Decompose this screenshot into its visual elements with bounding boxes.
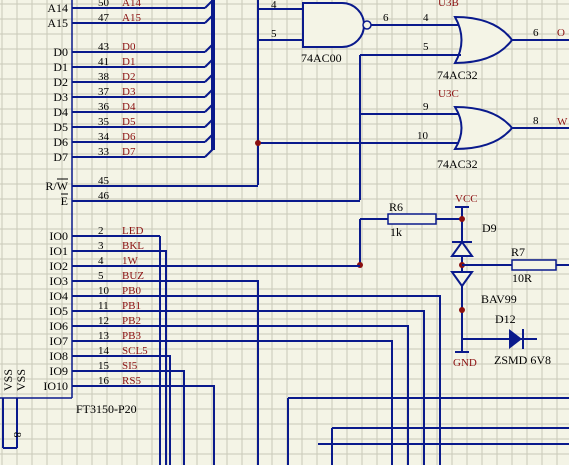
mcu-pin-name: IO2 <box>49 259 68 273</box>
mcu-pin-net: D2 <box>122 71 135 83</box>
d9-gnd-junction <box>459 307 465 313</box>
u3b-in2-pin: 5 <box>423 41 429 53</box>
u3b-part-label: 74AC32 <box>437 68 478 82</box>
mcu-pin-net: D7 <box>122 146 136 158</box>
junction-dot <box>255 140 261 146</box>
mcu-pin-name: IO1 <box>49 244 68 258</box>
mcu-pin-net: D3 <box>122 86 136 98</box>
io-drop-wire <box>160 295 441 465</box>
r6-body <box>387 213 437 225</box>
mcu-pin-net: PB3 <box>122 330 141 342</box>
mcu-pin-net: SCL5 <box>122 345 148 357</box>
r7-ref: R7 <box>511 245 525 259</box>
mcu-pin-name: IO4 <box>49 289 68 303</box>
u3c-out-pin: 8 <box>533 115 539 127</box>
u3c-part-label: 74AC32 <box>437 157 478 171</box>
nand-bubble <box>362 20 372 30</box>
u3c-out-net: W <box>557 116 568 128</box>
mcu-pin-name: IO5 <box>49 304 68 318</box>
mcu-pin-name: D3 <box>53 90 68 104</box>
nand-out-pin: 6 <box>383 12 389 24</box>
u3c-ref-label: U3C <box>438 88 459 100</box>
or-gate-u3b-body <box>453 15 514 65</box>
mcu-pin-name: D4 <box>53 105 68 119</box>
mcu-pin-name: D5 <box>53 120 68 134</box>
u3b-in1-pin: 4 <box>423 12 429 24</box>
nand-in1-pin: 4 <box>271 0 277 11</box>
mcu-pin-net: PB1 <box>122 300 141 312</box>
mcu-pin-name: D7 <box>53 150 68 164</box>
mcu-vss-label-1: VSS <box>1 369 15 391</box>
mcu-bottom-pin-number: 8 <box>11 432 23 438</box>
schematic-canvas: FT3150-P20 VSS VSS 8 A14 50 A14A15 47 A15D0 4… <box>0 0 569 465</box>
mcu-pin-net: LED <box>122 225 143 237</box>
nand-part-label: 74AC00 <box>301 51 342 65</box>
d12-ref: D12 <box>495 312 516 326</box>
mcu-pin-net: D5 <box>122 116 136 128</box>
r6-value: 1k <box>390 225 402 239</box>
mcu-pin-name: IO7 <box>49 334 68 348</box>
u3c-in1-pin: 9 <box>423 101 429 113</box>
vcc-label: VCC <box>455 193 478 205</box>
mcu-pin-name: E <box>61 194 68 208</box>
d9-ref: D9 <box>482 221 497 235</box>
mcu-pin-name: A14 <box>47 1 68 15</box>
mcu-pin-net: D1 <box>122 56 135 68</box>
mcu-vss-label-2: VSS <box>14 369 28 391</box>
r7-value: 10R <box>512 271 532 285</box>
io-drop-wire <box>160 280 259 465</box>
mcu-pin-name: D6 <box>53 135 68 149</box>
mcu-pin-name: A15 <box>47 16 68 30</box>
mcu-pin-net: BUZ <box>122 270 144 282</box>
u3c-in2-pin: 10 <box>417 130 429 142</box>
mcu-pin-name: IO6 <box>49 319 68 333</box>
mcu-pin-net: A15 <box>122 12 141 24</box>
u3b-out-pin: 6 <box>533 27 539 39</box>
mcu-pin-name: IO8 <box>49 349 68 363</box>
d9-part: BAV99 <box>481 292 517 306</box>
mcu-pin-net: PB2 <box>122 315 141 327</box>
mcu-pin-net: 1W <box>122 255 139 267</box>
mcu-pin-name: R/W <box>45 179 68 193</box>
r6-ref: R6 <box>389 200 403 214</box>
d12-diode <box>509 329 522 349</box>
nand-gate-body <box>302 2 365 48</box>
io-drop-wires <box>159 236 569 465</box>
mcu-part-label: FT3150-P20 <box>76 402 137 416</box>
mcu-pin-net: D4 <box>122 101 136 113</box>
d12-part: ZSMD 6V8 <box>494 353 551 367</box>
mcu-pin-net: SI5 <box>122 360 138 372</box>
or-gate-u3b[interactable]: U3B 74AC32 4 5 6 O <box>360 0 569 82</box>
protection-circuit[interactable]: VCC R6 1k D9 BAV99 R7 10R D12 ZSMD 6V8 G… <box>357 193 569 369</box>
mcu-pin-name: D1 <box>53 60 68 74</box>
mcu-pin-net: D0 <box>122 41 136 53</box>
u3b-ref-label: U3B <box>438 0 459 9</box>
io-drop-wire <box>160 385 215 465</box>
u3b-out-net: O <box>557 27 565 39</box>
gnd-label: GND <box>453 357 477 369</box>
nand-in2-pin: 5 <box>271 28 277 40</box>
mcu-pin-net: PB0 <box>122 285 141 297</box>
mcu-pin-net: D6 <box>122 131 136 143</box>
or-gate-u3c[interactable]: U3C 74AC32 9 10 8 W <box>258 88 569 171</box>
vcc-junction <box>459 216 465 222</box>
mcu-pin-name: IO9 <box>49 364 68 378</box>
io-drop-wire <box>160 340 393 465</box>
mcu-pin-name: D2 <box>53 75 68 89</box>
mcu-pin-net: BKL <box>122 240 144 252</box>
mcu-pin-net: A14 <box>122 0 141 9</box>
mcu-pin-name: IO3 <box>49 274 68 288</box>
or-gate-u3c-body <box>453 105 514 151</box>
mcu-pin-name: IO10 <box>43 379 68 393</box>
d9-lower-diode <box>450 271 474 288</box>
mcu-pin-net: RS5 <box>122 375 141 387</box>
r7-body <box>511 259 557 271</box>
mcu-pin-name: IO0 <box>49 229 68 243</box>
mcu-pin-name: D0 <box>53 45 68 59</box>
